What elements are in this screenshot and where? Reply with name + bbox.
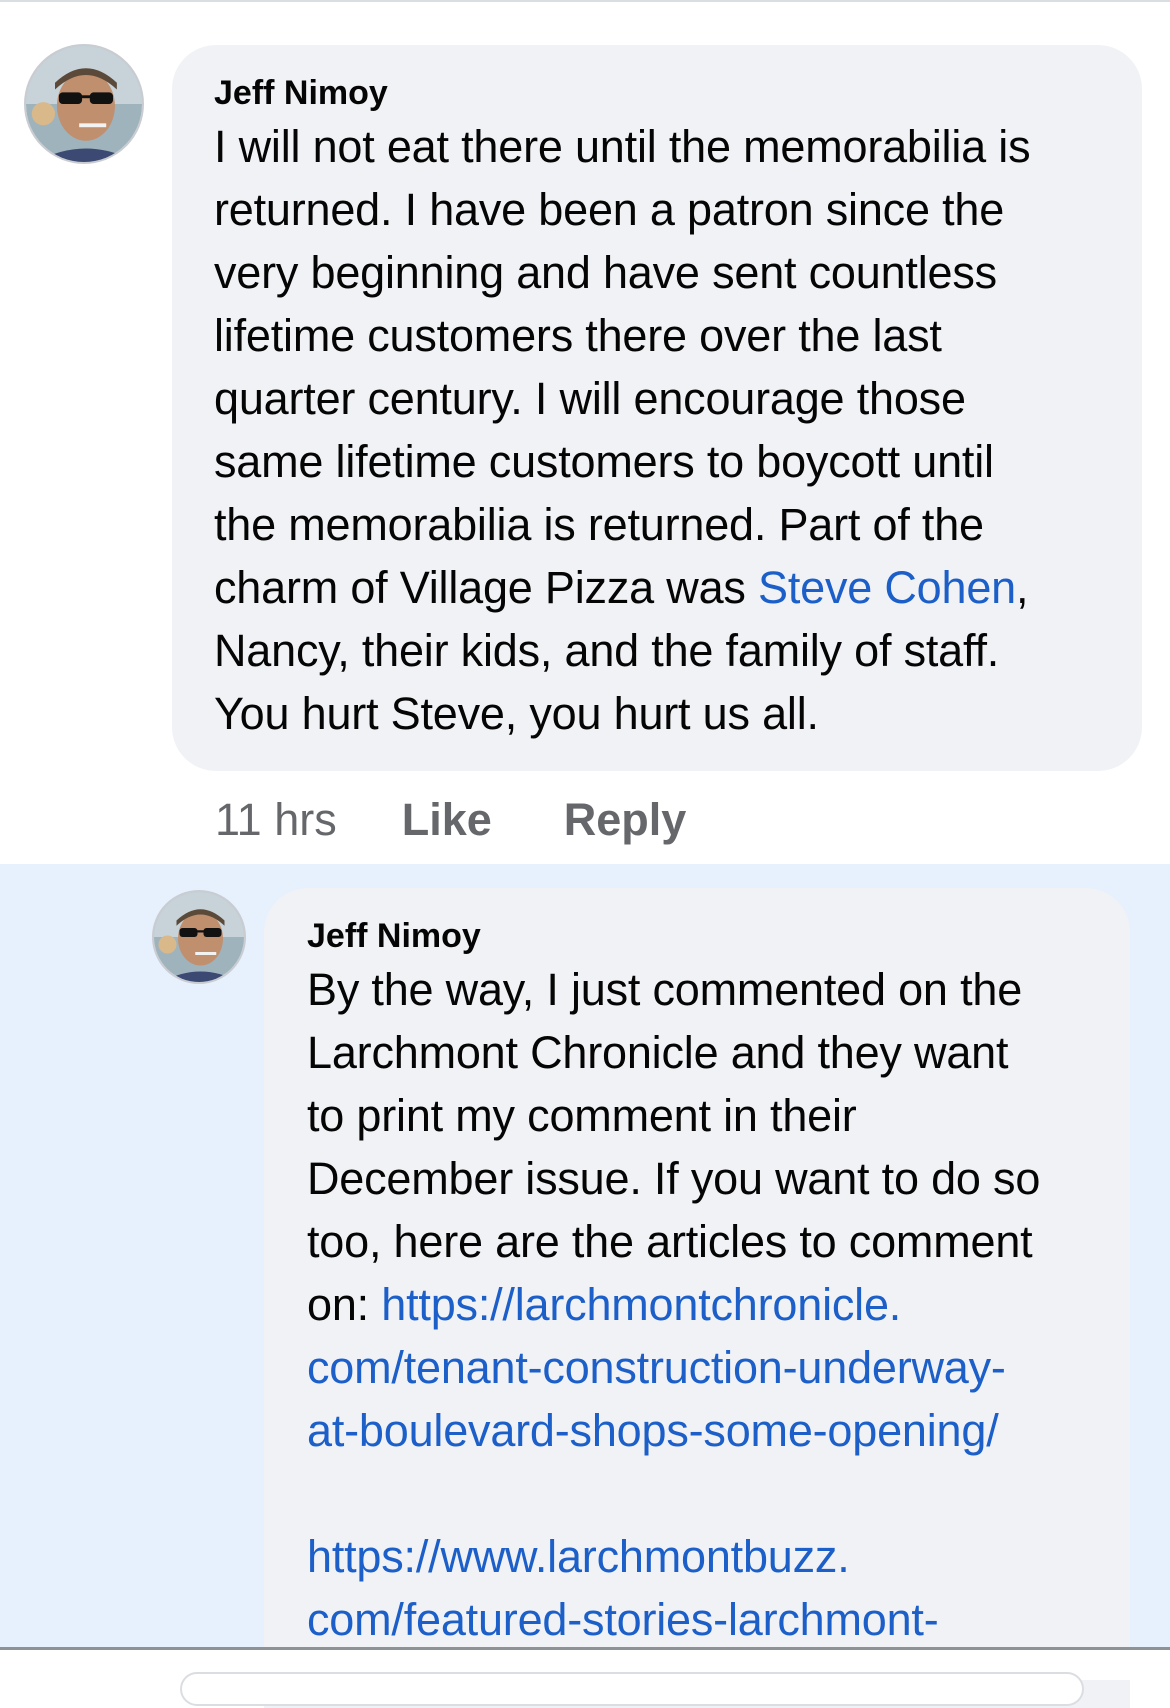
- reply-bubble: Jeff Nimoy By the way, I just commented …: [264, 888, 1130, 1708]
- commenter-avatar[interactable]: [24, 44, 144, 164]
- mention-link-steve-cohen[interactable]: Steve Cohen: [758, 562, 1016, 613]
- comment-line: Nancy, their kids, and the family of sta…: [214, 625, 1000, 676]
- article-link-2-cont[interactable]: com/featured-stories-larchmont-: [307, 1588, 1100, 1651]
- reply-line: December issue. If you want to do so: [307, 1153, 1041, 1204]
- comment-line: very beginning and have sent countless: [214, 247, 997, 298]
- comment-input[interactable]: [180, 1672, 1084, 1706]
- reply-line: By the way, I just commented on the: [307, 964, 1023, 1015]
- link-prefix: on:: [307, 1279, 382, 1330]
- mention-prefix: charm of Village Pizza was: [214, 562, 759, 613]
- reply-button[interactable]: Reply: [564, 794, 687, 846]
- comment-timestamp[interactable]: 11 hrs: [215, 794, 337, 846]
- reply-line: to print my comment in their: [307, 1090, 857, 1141]
- comment-line: quarter century. I will encourage those: [214, 373, 966, 424]
- article-link-1[interactable]: https://larchmontchronicle.: [381, 1279, 901, 1330]
- comment-line: charm of Village Pizza was Steve Cohen,: [214, 556, 1102, 619]
- comment-line: lifetime customers there over the last: [214, 310, 942, 361]
- comment-text: I will not eat there until the memorabil…: [214, 115, 1102, 745]
- reply-avatar[interactable]: [152, 890, 246, 984]
- avatar-photo-icon: [154, 892, 244, 982]
- reply-text: By the way, I just commented on the Larc…: [307, 958, 1100, 1651]
- comment-actions: 11 hrs Like Reply: [215, 792, 758, 848]
- top-divider: [0, 0, 1170, 2]
- like-button[interactable]: Like: [402, 794, 492, 846]
- comment-bubble: Jeff Nimoy I will not eat there until th…: [172, 45, 1142, 771]
- article-link-1-cont[interactable]: com/tenant-construction-underway-: [307, 1336, 1100, 1399]
- comment-line: You hurt Steve, you hurt us all.: [214, 688, 819, 739]
- comment-line: same lifetime customers to boycott until: [214, 436, 994, 487]
- comment-line: the memorabilia is returned. Part of the: [214, 499, 984, 550]
- mention-suffix: ,: [1016, 562, 1029, 613]
- avatar-photo-icon: [26, 46, 142, 162]
- reply-line: on: https://larchmontchronicle.: [307, 1273, 1100, 1336]
- reply-line: too, here are the articles to comment: [307, 1216, 1033, 1267]
- reply-author[interactable]: Jeff Nimoy: [307, 916, 1100, 956]
- comment-author[interactable]: Jeff Nimoy: [214, 73, 1102, 113]
- comment-line: I will not eat there until the memorabil…: [214, 121, 1031, 172]
- comment-line: returned. I have been a patron since the: [214, 184, 1005, 235]
- reply-line: Larchmont Chronicle and they want: [307, 1027, 1009, 1078]
- article-link-1-cont[interactable]: at-boulevard-shops-some-opening/: [307, 1399, 1100, 1462]
- article-link-2[interactable]: https://www.larchmontbuzz.: [307, 1525, 1100, 1588]
